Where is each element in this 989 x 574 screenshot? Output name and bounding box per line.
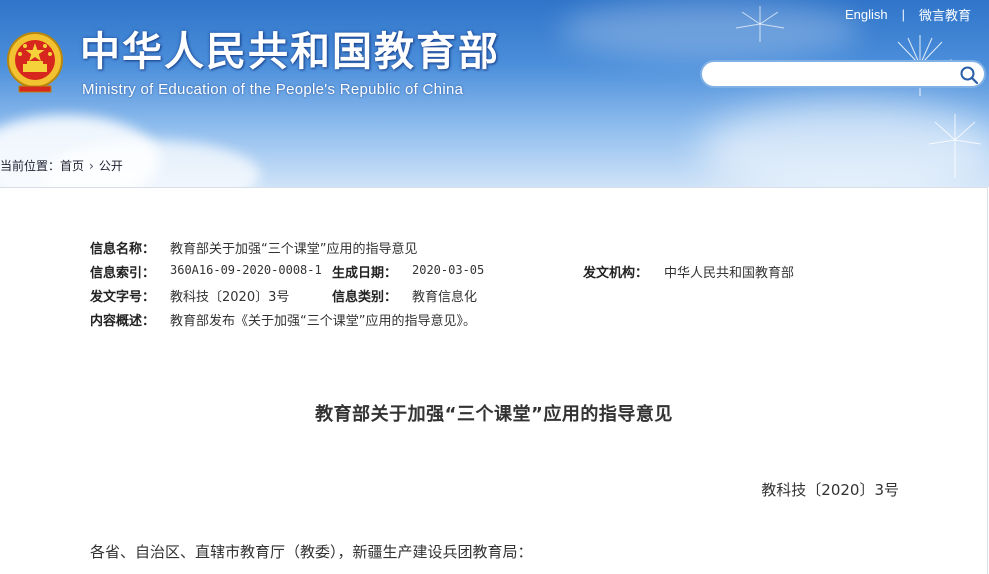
info-index-value: 360A16-09-2020-0008-1 <box>170 263 322 277</box>
dandelion-decoration <box>735 6 785 42</box>
main-content: 信息名称： 教育部关于加强“三个课堂”应用的指导意见 信息索引： 360A16-… <box>0 187 988 574</box>
top-links: English | 微言教育 <box>845 5 971 24</box>
search-box <box>700 60 986 88</box>
breadcrumb-current-link[interactable]: 公开 <box>99 159 123 173</box>
search-input[interactable] <box>714 65 958 87</box>
info-date-label: 生成日期： <box>332 266 398 281</box>
chevron-right-icon: › <box>89 159 94 173</box>
site-title: 中华人民共和国教育部 <box>80 29 500 75</box>
breadcrumb: 当前位置：首页 › 公开 <box>0 157 123 174</box>
info-category-label: 信息类别： <box>332 290 398 305</box>
info-name-value: 教育部关于加强“三个课堂”应用的指导意见 <box>170 242 418 257</box>
document-addressee: 各省、自治区、直辖市教育厅（教委），新疆生产建设兵团教育局： <box>90 543 533 561</box>
info-index-label: 信息索引： <box>90 266 156 281</box>
info-summary-value: 教育部发布《关于加强“三个课堂”应用的指导意见》。 <box>170 314 476 329</box>
info-org-value: 中华人民共和国教育部 <box>664 266 795 281</box>
info-org-label: 发文机构： <box>583 266 649 281</box>
info-summary-label: 内容概述： <box>90 314 156 329</box>
info-docno-value: 教科技〔2020〕3号 <box>170 290 290 305</box>
site-subtitle: Ministry of Education of the People's Re… <box>82 81 464 98</box>
national-emblem-icon <box>7 32 63 93</box>
info-name-label: 信息名称： <box>90 242 156 257</box>
english-link[interactable]: English <box>845 7 888 22</box>
document-title: 教育部关于加强“三个课堂”应用的指导意见 <box>315 404 673 425</box>
info-date-value: 2020-03-05 <box>412 263 485 277</box>
link-separator: | <box>901 7 905 22</box>
cloud-decoration <box>560 0 860 60</box>
dandelion-decoration <box>928 114 982 178</box>
search-icon[interactable] <box>959 65 979 85</box>
info-category-value: 教育信息化 <box>412 290 478 305</box>
breadcrumb-prefix: 当前位置： <box>0 159 61 173</box>
document-number: 教科技〔2020〕3号 <box>761 481 899 499</box>
info-docno-label: 发文字号： <box>90 290 156 305</box>
breadcrumb-home-link[interactable]: 首页 <box>60 159 84 173</box>
weibo-link[interactable]: 微言教育 <box>919 5 971 24</box>
site-header: 中华人民共和国教育部 Ministry of Education of the … <box>0 0 989 187</box>
